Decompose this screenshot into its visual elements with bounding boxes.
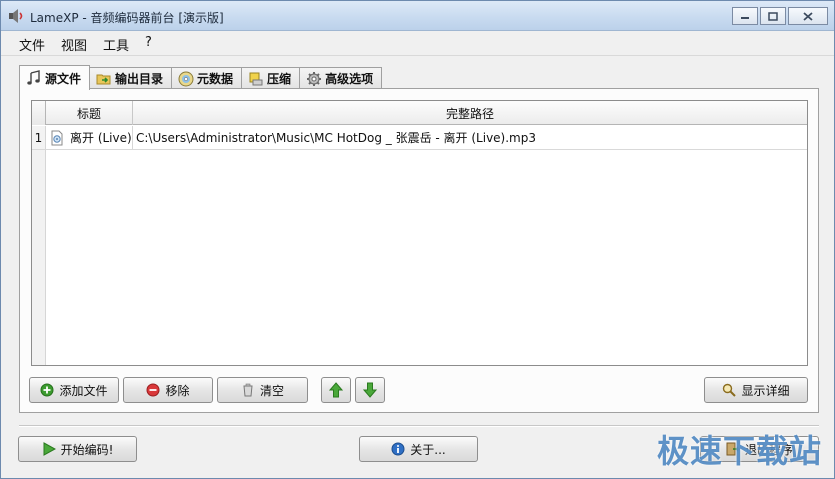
menu-help[interactable]: ? [137,31,160,53]
about-button[interactable]: 关于... [359,436,478,462]
tab-label: 输出目录 [115,72,164,86]
clear-label: 清空 [259,383,284,398]
source-file-table[interactable]: 标题 完整路径 1 离开 (Live) C:\Users\Administrat… [31,100,808,366]
tab-advanced-options[interactable]: 高级选项 [299,67,383,89]
row-number: 1 [32,126,46,149]
table-header: 标题 完整路径 [32,101,807,125]
add-icon [40,383,54,397]
maximize-icon [768,11,778,21]
clear-button[interactable]: 清空 [217,377,308,403]
move-up-button[interactable] [321,377,351,403]
title-bar: LameXP - 音频编码器前台 [演示版] [1,1,834,31]
tab-source-files[interactable]: 源文件 [19,65,91,90]
cd-icon [178,71,194,86]
maximize-button[interactable] [760,7,786,25]
menu-file[interactable]: 文件 [11,31,53,54]
play-icon [43,442,56,456]
arrow-down-icon [363,382,377,398]
header-title[interactable]: 标题 [46,101,133,125]
minimize-button[interactable] [732,7,758,25]
info-icon [391,442,405,456]
audio-file-icon [51,130,63,145]
header-path-label: 完整路径 [445,106,494,121]
cell-full-path: C:\Users\Administrator\Music\MC HotDog _… [136,131,536,145]
remove-label: 移除 [165,383,190,398]
tab-label: 元数据 [197,72,234,86]
watermark-text: 极速下载站 [656,432,822,470]
add-file-label: 添加文件 [59,383,108,398]
clear-icon [243,383,253,397]
close-icon [803,11,813,21]
header-row-number [32,101,46,125]
remove-button[interactable]: 移除 [123,377,213,403]
start-encoding-label: 开始编码! [60,442,114,457]
music-note-icon [27,70,40,85]
tab-label: 压缩 [267,72,292,86]
menu-bar: 文件 视图 工具 ? [1,31,834,54]
header-title-label: 标题 [76,106,101,121]
compress-icon [249,72,263,85]
add-file-button[interactable]: 添加文件 [29,377,119,403]
header-full-path[interactable]: 完整路径 [133,101,807,125]
move-down-button[interactable] [355,377,385,403]
tab-bar: 源文件 输出目录 元数据 压缩 高级选项 [19,65,383,90]
menu-tools[interactable]: 工具 [95,31,137,54]
tab-label: 高级选项 [325,72,374,86]
tab-label: 源文件 [45,71,82,86]
start-encoding-button[interactable]: 开始编码! [18,436,137,462]
table-row[interactable]: 1 离开 (Live) C:\Users\Administrator\Music… [32,126,807,150]
gear-icon [307,71,322,86]
menu-view[interactable]: 视图 [53,31,95,54]
arrow-up-icon [329,382,343,398]
speaker-icon [9,9,23,23]
cell-title: 离开 (Live) [46,126,133,149]
source-files-panel: 标题 完整路径 1 离开 (Live) C:\Users\Administrat… [19,88,819,413]
show-details-label: 显示详细 [741,383,790,398]
row-number-column [32,150,46,365]
folder-arrow-icon [96,74,111,84]
window-controls [732,7,828,25]
tab-metadata[interactable]: 元数据 [171,67,243,89]
close-button[interactable] [788,7,828,25]
window-title: LameXP - 音频编码器前台 [演示版] [30,11,224,25]
menu-divider [1,55,834,56]
main-window: LameXP - 音频编码器前台 [演示版] 文件 视图 工具 ? 源文件 输出… [0,0,835,479]
title-text: 离开 (Live) [70,131,132,145]
about-label: 关于... [410,442,446,457]
minimize-icon [741,17,749,19]
show-details-button[interactable]: 显示详细 [704,377,808,403]
remove-icon [146,383,160,397]
magnifier-icon [723,383,737,397]
tab-output-directory[interactable]: 输出目录 [89,67,173,89]
tab-compression[interactable]: 压缩 [241,67,301,89]
